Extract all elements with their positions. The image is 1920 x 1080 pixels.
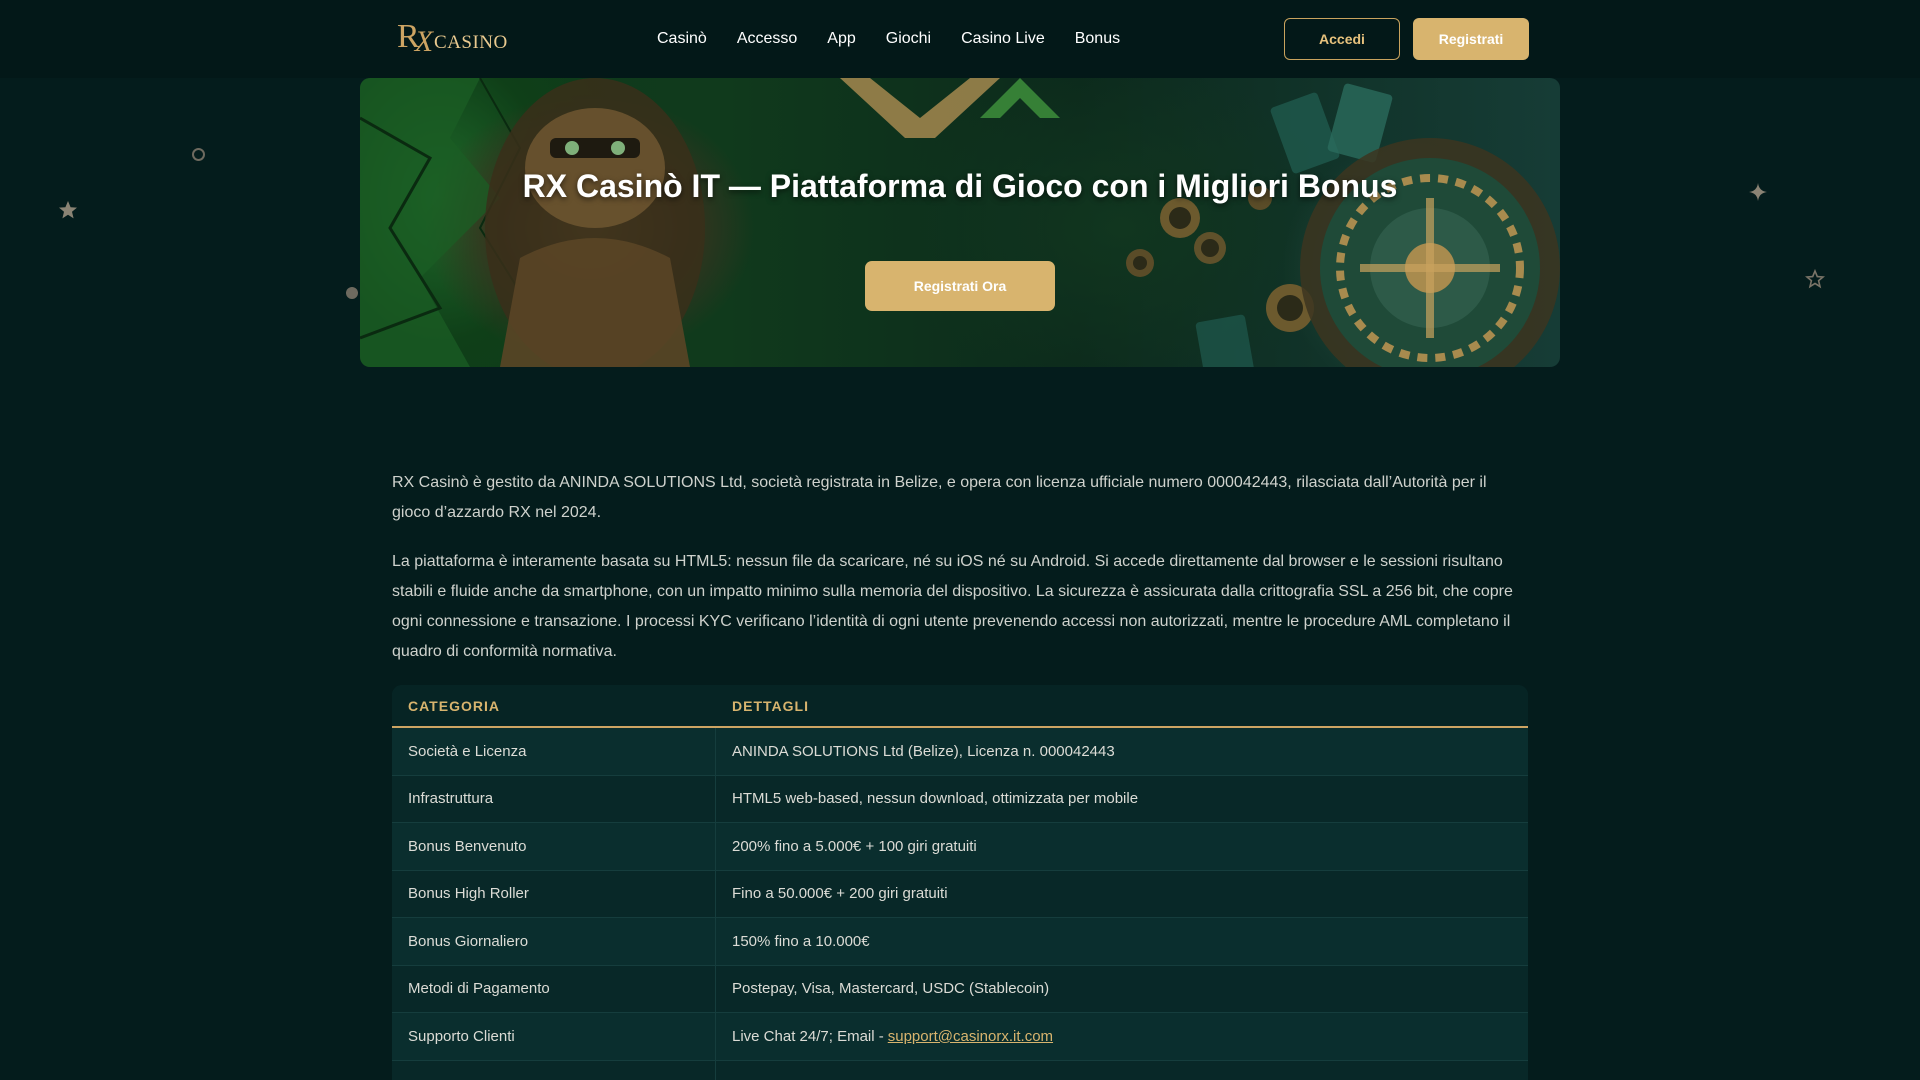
header-dettagli: DETTAGLI (732, 698, 809, 714)
main-nav: Casinò Accesso App Giochi Casino Live Bo… (657, 28, 1150, 50)
circle-outline-icon (192, 148, 205, 161)
sparkle-icon (1749, 183, 1767, 201)
login-button[interactable]: Accedi (1284, 18, 1400, 60)
cell-category: Società e Licenza (392, 728, 716, 775)
hero-banner: RX Casinò IT — Piattaforma di Gioco con … (360, 78, 1560, 367)
table-body: Società e Licenza ANINDA SOLUTIONS Ltd (… (392, 728, 1528, 1080)
dot-icon (346, 287, 358, 299)
nav-bonus[interactable]: Bonus (1075, 28, 1120, 50)
hero-background-art (360, 78, 1560, 367)
cell-details: ANINDA SOLUTIONS Ltd (Belize), Licenza n… (732, 742, 1115, 760)
details-text: Live Chat 24/7; Email - (732, 1027, 884, 1045)
logo-mark: RX (397, 18, 433, 58)
register-now-button[interactable]: Registrati Ora (865, 261, 1055, 311)
support-email-link[interactable]: support@casinorx.it.com (888, 1028, 1053, 1045)
paragraph: RX Casinò è gestito da ANINDA SOLUTIONS … (392, 474, 1487, 521)
header-categoria: CATEGORIA (408, 698, 500, 714)
cell-category: Bonus Benvenuto (392, 823, 716, 870)
table-row: Metodi di Pagamento Postepay, Visa, Mast… (392, 965, 1528, 1013)
cell-details: Fino a 50.000€ + 200 giri gratuiti (732, 885, 948, 903)
table-row: Società e Licenza ANINDA SOLUTIONS Ltd (… (392, 728, 1528, 776)
site-header: RX CASINO Casinò Accesso App Giochi Casi… (0, 0, 1920, 78)
cell-category: Supporto Clienti (392, 1013, 716, 1060)
cell-category: Bonus High Roller (392, 870, 716, 917)
cell-details: HTML5 web-based, nessun download, ottimi… (732, 790, 1139, 808)
info-table: CATEGORIA DETTAGLI Società e Licenza ANI… (392, 685, 1528, 1080)
nav-accesso[interactable]: Accesso (737, 28, 797, 50)
table-row (392, 1060, 1528, 1080)
table-row: Infrastruttura HTML5 web-based, nessun d… (392, 775, 1528, 823)
hero-title: RX Casinò IT — Piattaforma di Gioco con … (522, 168, 1398, 204)
nav-giochi[interactable]: Giochi (886, 28, 931, 50)
table-row: Supporto Clienti Live Chat 24/7; Email -… (392, 1013, 1528, 1061)
logo[interactable]: RX CASINO (397, 18, 508, 58)
cell-category: Bonus Giornaliero (392, 918, 716, 965)
table-row: Bonus Giornaliero 150% fino a 10.000€ (392, 918, 1528, 966)
cell-details: 200% fino a 5.000€ + 100 giri gratuiti (732, 837, 977, 855)
cell-category: Metodi di Pagamento (392, 965, 716, 1012)
nav-casino[interactable]: Casinò (657, 28, 707, 50)
cell-category: Infrastruttura (392, 775, 716, 822)
table-row: Bonus Benvenuto 200% fino a 5.000€ + 100… (392, 823, 1528, 871)
table-header: CATEGORIA DETTAGLI (392, 685, 1528, 728)
nav-casino-live[interactable]: Casino Live (961, 28, 1045, 50)
cell-details (716, 1061, 1528, 1080)
intro-text: RX Casinò è gestito da ANINDA SOLUTIONS … (392, 468, 1528, 686)
register-button[interactable]: Registrati (1413, 18, 1529, 60)
logo-text: CASINO (434, 32, 508, 53)
table-row: Bonus High Roller Fino a 50.000€ + 200 g… (392, 870, 1528, 918)
cell-category (392, 1060, 716, 1080)
cell-details: Postepay, Visa, Mastercard, USDC (Stable… (732, 980, 1050, 998)
star-outline-icon (1805, 269, 1825, 289)
nav-app[interactable]: App (827, 28, 855, 50)
cell-details: Live Chat 24/7; Email - support@casinorx… (716, 1013, 1528, 1060)
star-icon (59, 201, 77, 219)
cell-details: 150% fino a 10.000€ (732, 932, 870, 950)
paragraph: La piattaforma è interamente basata su H… (392, 553, 1513, 660)
